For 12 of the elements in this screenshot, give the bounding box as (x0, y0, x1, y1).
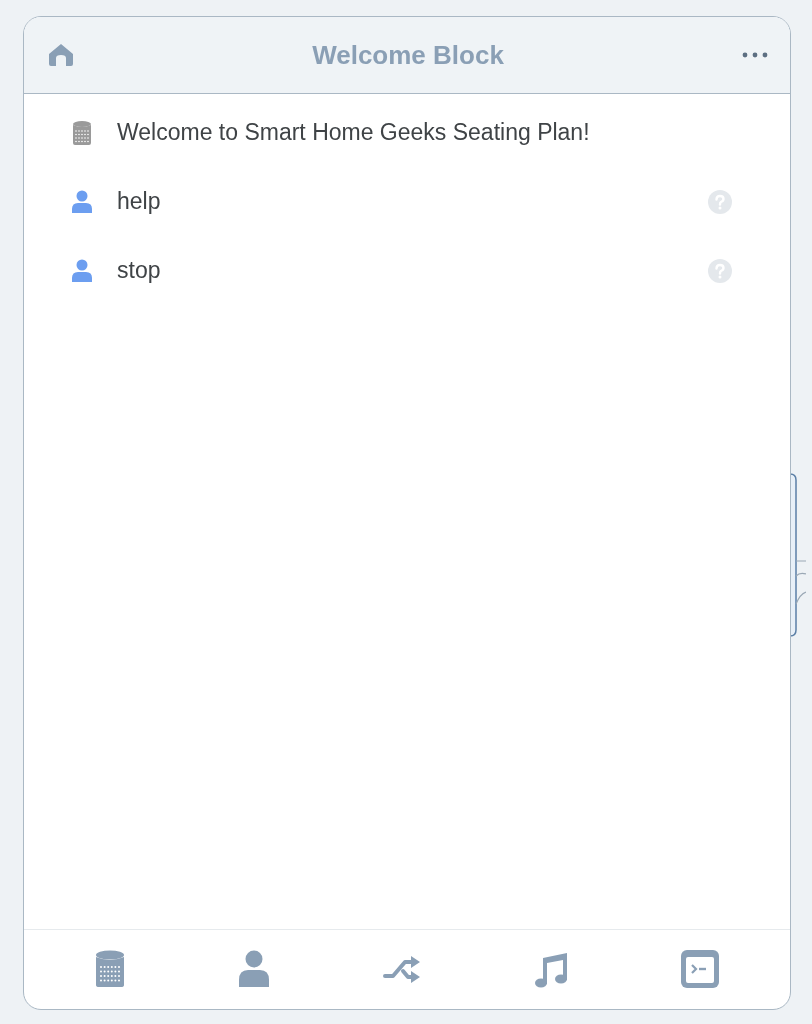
more-icon[interactable] (742, 52, 768, 58)
block-title: Welcome Block (312, 39, 504, 71)
shuffle-icon[interactable] (383, 953, 421, 984)
message-text: help (117, 188, 162, 215)
user-icon (69, 258, 95, 283)
message-text: stop (117, 257, 162, 284)
user-icon[interactable] (238, 949, 271, 988)
message-text: Welcome to Smart Home Geeks Seating Plan! (117, 119, 591, 146)
home-icon[interactable] (48, 43, 74, 67)
terminal-icon[interactable] (680, 949, 719, 988)
user-icon (69, 189, 95, 214)
speaker-icon[interactable] (95, 949, 126, 988)
